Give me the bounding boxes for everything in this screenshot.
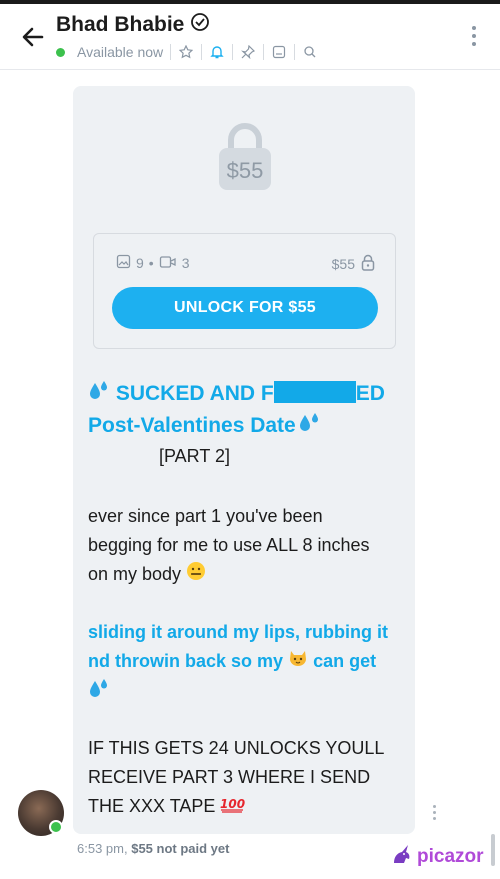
sweat-droplets-icon [296, 411, 322, 442]
divider [232, 44, 234, 60]
message-bubble: $55 9 • 3 $55 UNLOCK FOR $55 SUCKED AND … [73, 86, 415, 834]
paragraph-line: nd throwin back so my [88, 651, 284, 671]
paragraph-1: ever since part 1 you've been begging fo… [88, 502, 408, 590]
message-meta: 6:53 pm, $55 not paid yet [77, 841, 229, 856]
unlock-button[interactable]: UNLOCK FOR $55 [112, 287, 378, 329]
part-label: [PART 2] [159, 445, 231, 466]
paragraph-line: on my body [88, 564, 182, 584]
paid-status: $55 not paid yet [131, 841, 230, 856]
post-title: SUCKED AND F ED Post-Valentines Date [PAR… [88, 378, 408, 471]
svg-text:100: 100 [220, 797, 245, 811]
paragraph-line: RECEIVE PART 3 WHERE I SEND [88, 767, 371, 787]
sweat-droplets-icon [88, 379, 110, 410]
divider [294, 44, 296, 60]
online-indicator [49, 820, 63, 834]
message-options-icon[interactable] [431, 805, 437, 823]
divider [263, 44, 265, 60]
more-options-icon[interactable] [470, 26, 478, 50]
paragraph-2: sliding it around my lips, rubbing it nd… [88, 618, 408, 708]
chat-header: Bhad Bhabie Available now [0, 4, 500, 70]
zipper-mouth-face-icon [186, 561, 206, 590]
unicorn-logo-icon [390, 843, 414, 871]
video-count: 3 [181, 255, 190, 271]
verified-icon [190, 12, 210, 37]
photo-count: 9 [136, 255, 144, 271]
star-icon[interactable] [178, 44, 194, 60]
search-icon[interactable] [302, 44, 318, 60]
paragraph-line: IF THIS GETS 24 UNLOCKS YOULL [88, 738, 385, 758]
paragraph-line: begging for me to use ALL 8 inches [88, 535, 370, 555]
lock-icon [361, 254, 375, 274]
price-row: $55 [332, 254, 375, 274]
title-line-2: Post-Valentines Date [88, 413, 296, 437]
price-label: $55 [331, 256, 355, 272]
paragraph-3: IF THIS GETS 24 UNLOCKS YOULL RECEIVE PA… [88, 734, 408, 822]
scrollbar[interactable] [491, 834, 495, 866]
locked-media-card: 9 • 3 $55 UNLOCK FOR $55 [93, 233, 396, 349]
online-indicator [56, 47, 65, 57]
message-time: 6:53 pm, [77, 841, 128, 856]
image-icon [116, 254, 131, 272]
locked-price-icon: $55 [217, 122, 273, 192]
sweat-droplets-icon [88, 677, 110, 708]
hundred-points-icon: 100 [220, 793, 246, 822]
media-counts: 9 • 3 [116, 254, 190, 272]
gallery-icon[interactable] [271, 44, 287, 60]
title-text-end: ED [355, 382, 385, 405]
redaction-bar [273, 381, 356, 403]
cat-face-icon [288, 648, 308, 677]
chat-title[interactable]: Bhad Bhabie [56, 13, 184, 37]
paragraph-line: ever since part 1 you've been [88, 506, 323, 526]
bell-icon[interactable] [209, 44, 225, 60]
back-arrow-icon[interactable] [18, 22, 48, 52]
pin-icon[interactable] [240, 44, 256, 60]
video-icon [159, 255, 177, 272]
paragraph-line: sliding it around my lips, rubbing it [88, 622, 388, 642]
locked-price: $55 [226, 158, 264, 183]
paragraph-line: THE XXX TAPE [88, 796, 216, 816]
availability-status: Available now [77, 44, 164, 60]
divider [170, 44, 172, 60]
watermark-text: picazor [417, 846, 484, 867]
divider [201, 44, 203, 60]
title-text-start: SUCKED AND F [115, 382, 274, 405]
paragraph-line: can get [313, 651, 377, 671]
watermark: picazor [390, 843, 484, 871]
count-bullet: • [148, 255, 154, 271]
